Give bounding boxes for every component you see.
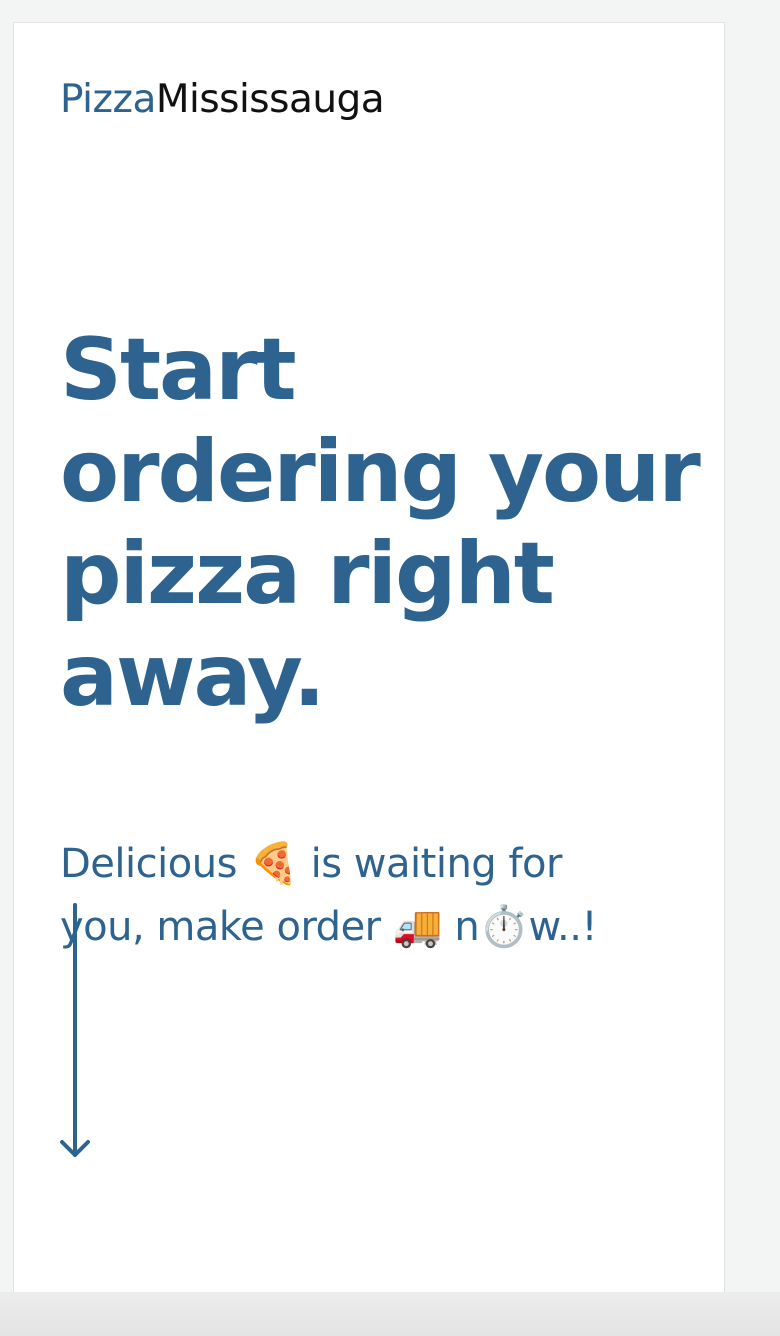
hero-subtitle-line: you, make order 🚚 n⏱️w..! bbox=[60, 904, 598, 950]
hero-heading-line: away. bbox=[60, 626, 326, 726]
logo-text-pizza: Pizza bbox=[60, 77, 156, 122]
hero-subtitle: Delicious 🍕 is waiting for you, make ord… bbox=[60, 833, 680, 959]
logo-text-mississauga: Mississauga bbox=[155, 77, 385, 122]
hero-heading-line: ordering your bbox=[60, 422, 701, 522]
hero-heading: Start ordering your pizza right away. bbox=[60, 319, 710, 727]
landing-page: PizzaMississauga Start ordering your piz… bbox=[13, 22, 725, 1292]
hero-heading-line: pizza right bbox=[60, 524, 555, 624]
hero-subtitle-line: Delicious 🍕 is waiting for bbox=[60, 841, 562, 887]
window-bottom-edge bbox=[0, 1292, 780, 1336]
site-logo[interactable]: PizzaMississauga bbox=[60, 75, 385, 125]
hero-heading-line: Start bbox=[60, 320, 297, 420]
arrow-down-icon[interactable] bbox=[58, 903, 92, 1161]
